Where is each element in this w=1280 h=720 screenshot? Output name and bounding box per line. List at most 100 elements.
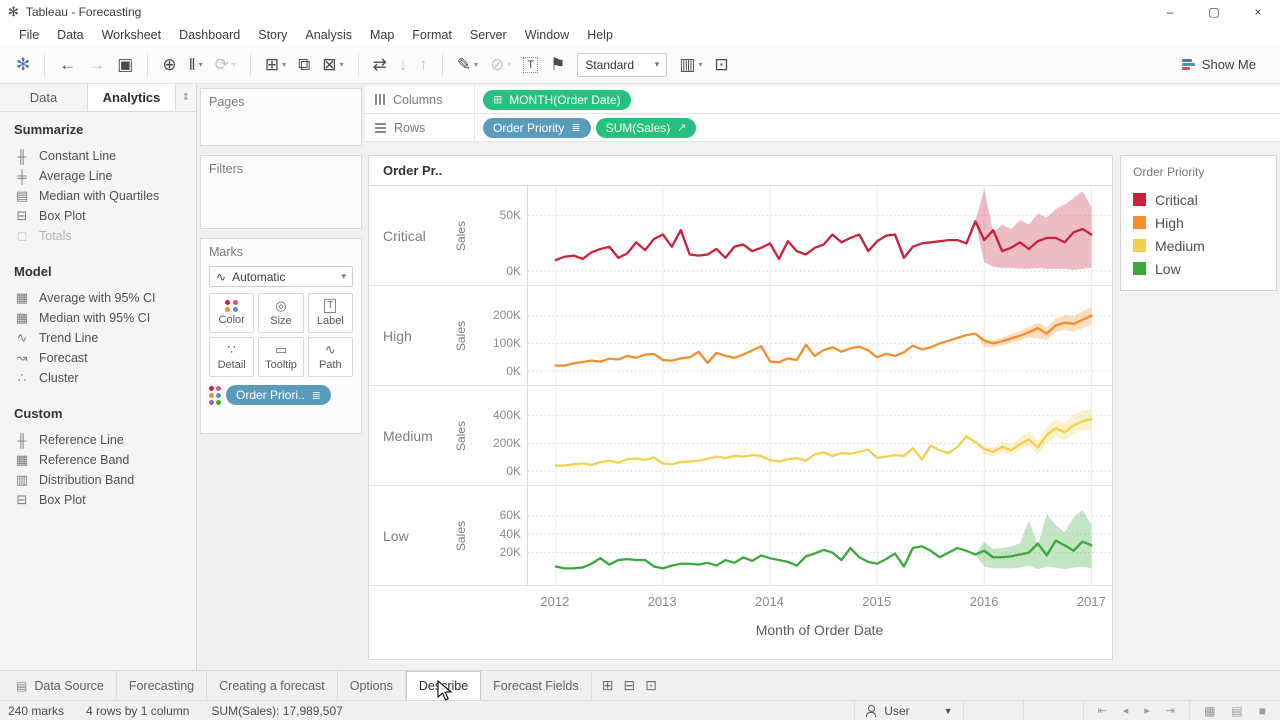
show-me-button[interactable]: Show Me	[1182, 57, 1270, 72]
columns-shelf[interactable]: Columns ⊞MONTH(Order Date)	[365, 86, 1280, 114]
restore-button[interactable]: ▢	[1192, 0, 1236, 24]
menu-format[interactable]: Format	[403, 28, 461, 42]
row-header[interactable]: High	[369, 286, 447, 385]
presentation-mode-button[interactable]: ⊡	[708, 51, 734, 79]
new-worksheet-button[interactable]: ⊞▾	[259, 51, 292, 79]
menu-file[interactable]: File	[10, 28, 48, 42]
highlight-button[interactable]: ✎▾	[451, 51, 484, 79]
y-axis-title[interactable]: Sales	[447, 486, 475, 585]
detail-button[interactable]: ∵Detail	[209, 337, 254, 377]
swap-rows-columns-button[interactable]: ⇄	[367, 51, 393, 79]
y-axis-ticks[interactable]: 200K100K0K	[475, 286, 527, 385]
analytics-item-constant-line[interactable]: ╫Constant Line	[14, 146, 196, 166]
label-button[interactable]: TLabel	[308, 293, 353, 333]
sheet-tab-data-source[interactable]: ▤Data Source	[4, 671, 117, 700]
prev-sheet-icon[interactable]: ◂	[1119, 704, 1133, 717]
menu-map[interactable]: Map	[361, 28, 403, 42]
size-button[interactable]: ◎Size	[258, 293, 303, 333]
analytics-item-reference-line[interactable]: ╫Reference Line	[14, 430, 196, 450]
last-sheet-icon[interactable]: ⇥	[1162, 704, 1179, 717]
mark-type-dropdown[interactable]: ∿ Automatic ▾	[209, 266, 353, 287]
x-tick-2017: 2017	[1077, 594, 1106, 609]
pill-sum-sales-[interactable]: SUM(Sales)↗	[596, 118, 697, 138]
tabs-view-icon[interactable]: ■	[1255, 704, 1270, 718]
pause-auto-updates-button[interactable]: ‖▾	[183, 51, 209, 79]
row-header[interactable]: Low	[369, 486, 447, 585]
menu-window[interactable]: Window	[516, 28, 578, 42]
y-axis-title[interactable]: Sales	[447, 386, 475, 485]
menu-server[interactable]: Server	[461, 28, 516, 42]
y-axis-title[interactable]: Sales	[447, 286, 475, 385]
new-dashboard-tab-icon[interactable]: ⊟	[623, 677, 635, 694]
sheet-tab-options[interactable]: Options	[338, 671, 406, 700]
plot-low[interactable]	[527, 486, 1112, 585]
plot-medium[interactable]	[527, 386, 1112, 485]
analytics-item-average-with-95-ci[interactable]: ▦Average with 95% CI	[14, 288, 196, 308]
next-sheet-icon[interactable]: ▸	[1140, 704, 1154, 717]
pill-order-priority[interactable]: Order Priority≣	[483, 118, 591, 138]
new-worksheet-tab-icon[interactable]: ⊞	[602, 677, 614, 694]
fit-selector[interactable]: Standard ▾	[577, 53, 667, 77]
analytics-item-median-with-quartiles[interactable]: ▤Median with Quartiles	[14, 186, 196, 206]
y-axis-ticks[interactable]: 60K40K20K	[475, 486, 527, 585]
pane-tab-data[interactable]: Data	[0, 84, 87, 111]
duplicate-sheet-button[interactable]: ⧉	[292, 51, 316, 79]
menu-story[interactable]: Story	[249, 28, 296, 42]
analytics-item-forecast[interactable]: ↝Forecast	[14, 348, 196, 368]
order-priority-color-pill[interactable]: Order Priori.. ≣	[226, 385, 331, 405]
undo-button[interactable]: ←	[53, 51, 82, 79]
plot-critical[interactable]	[527, 186, 1112, 285]
new-data-source-button[interactable]: ⊕	[156, 51, 182, 79]
show-hide-cards-button[interactable]: ▥▾	[673, 51, 708, 79]
pages-shelf[interactable]: Pages	[200, 88, 362, 146]
analytics-item-cluster[interactable]: ∴Cluster	[14, 368, 196, 388]
minimize-button[interactable]: –	[1148, 0, 1192, 24]
row-header[interactable]: Medium	[369, 386, 447, 485]
sheet-tab-forecast-fields[interactable]: Forecast Fields	[481, 671, 591, 700]
tableau-logo-icon: ✻	[16, 51, 30, 79]
filters-shelf[interactable]: Filters	[200, 155, 362, 229]
x-axis[interactable]: 201220132014201520162017 Month of Order …	[369, 586, 1112, 658]
sheet-tab-creating-a-forecast[interactable]: Creating a forecast	[207, 671, 338, 700]
analytics-item-box-plot[interactable]: ⊟Box Plot	[14, 490, 196, 510]
y-axis-ticks[interactable]: 400K200K0K	[475, 386, 527, 485]
first-sheet-icon[interactable]: ⇤	[1094, 704, 1111, 717]
sheet-sorter-view-icon[interactable]: ▦	[1200, 704, 1219, 718]
save-button[interactable]: ▣	[111, 51, 139, 79]
path-button[interactable]: ∿Path	[308, 337, 353, 377]
tooltip-button[interactable]: ▭Tooltip	[258, 337, 303, 377]
y-axis-title[interactable]: Sales	[447, 186, 475, 285]
menu-help[interactable]: Help	[578, 28, 622, 42]
analytics-item-box-plot[interactable]: ⊟Box Plot	[14, 206, 196, 226]
plot-high[interactable]	[527, 286, 1112, 385]
analytics-item-distribution-band[interactable]: ▥Distribution Band	[14, 470, 196, 490]
row-header[interactable]: Critical	[369, 186, 447, 285]
menu-analysis[interactable]: Analysis	[296, 28, 361, 42]
user-filter-dropdown[interactable]: User ▼	[854, 701, 962, 720]
show-mark-labels-button[interactable]: T	[517, 51, 544, 79]
pane-pin-icon[interactable]: ⇕	[176, 84, 196, 111]
analytics-item-median-with-95-ci[interactable]: ▦Median with 95% CI	[14, 308, 196, 328]
pane-tab-analytics[interactable]: Analytics	[87, 84, 176, 111]
legend-item-critical[interactable]: Critical	[1133, 188, 1276, 211]
legend-item-high[interactable]: High	[1133, 211, 1276, 234]
sheet-tab-forecasting[interactable]: Forecasting	[117, 671, 207, 700]
new-story-tab-icon[interactable]: ⊡	[645, 677, 657, 694]
legend-item-low[interactable]: Low	[1133, 257, 1276, 280]
filmstrip-view-icon[interactable]: ▤	[1227, 704, 1246, 718]
tableau-logo-button[interactable]: ✻	[10, 51, 36, 79]
menu-data[interactable]: Data	[48, 28, 92, 42]
close-button[interactable]: ×	[1236, 0, 1280, 24]
pill-month-order-date-[interactable]: ⊞MONTH(Order Date)	[483, 90, 631, 110]
color-button[interactable]: Color	[209, 293, 254, 333]
menu-dashboard[interactable]: Dashboard	[170, 28, 249, 42]
legend-item-medium[interactable]: Medium	[1133, 234, 1276, 257]
analytics-item-trend-line[interactable]: ∿Trend Line	[14, 328, 196, 348]
clear-sheet-button[interactable]: ⊠▾	[316, 51, 349, 79]
menu-worksheet[interactable]: Worksheet	[93, 28, 171, 42]
rows-shelf[interactable]: Rows Order Priority≣SUM(Sales)↗	[365, 114, 1280, 142]
fix-axes-button[interactable]: ⚑	[544, 51, 571, 79]
analytics-item-reference-band[interactable]: ▦Reference Band	[14, 450, 196, 470]
y-axis-ticks[interactable]: 50K0K	[475, 186, 527, 285]
analytics-item-average-line[interactable]: ╪Average Line	[14, 166, 196, 186]
